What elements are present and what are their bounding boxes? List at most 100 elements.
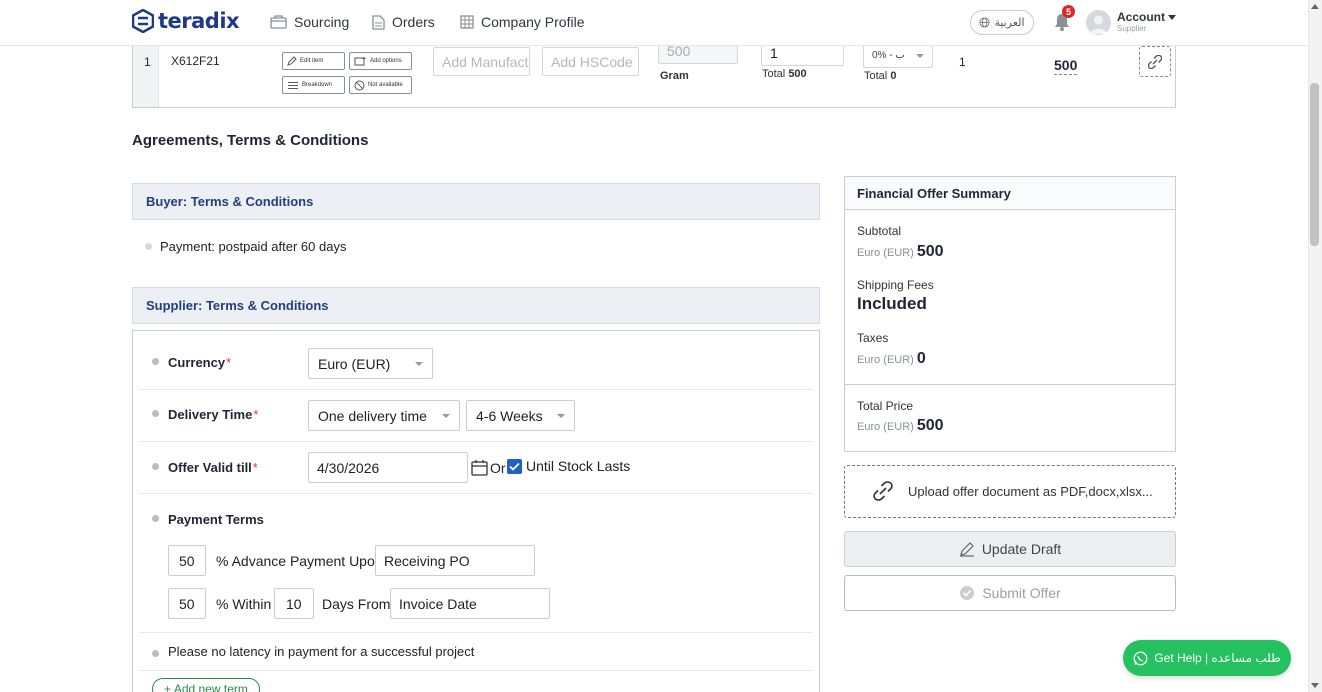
shipping-label: Shipping Fees <box>857 278 934 292</box>
teradix-logo-icon <box>132 9 154 33</box>
taxes-currency: Euro (EUR) <box>857 354 914 366</box>
or-text: Or <box>490 460 506 476</box>
nav-sourcing[interactable]: Sourcing <box>270 14 349 30</box>
submit-offer-label: Submit Offer <box>982 585 1061 601</box>
notification-badge: 5 <box>1062 5 1075 18</box>
manufacturer-input[interactable]: Add Manufacturer <box>433 47 530 76</box>
upload-label: Upload offer document as PDF,docx,xlsx..… <box>908 484 1153 499</box>
taxes-value: 0 <box>916 350 926 367</box>
offer-valid-date-input[interactable]: 4/30/2026 <box>308 452 468 483</box>
chevron-down-icon <box>415 362 423 366</box>
total-currency: Euro (EUR) <box>857 421 914 433</box>
offer-valid-label-text: Offer Valid till <box>168 460 252 475</box>
chevron-down-icon <box>916 54 924 58</box>
line-total[interactable]: 500 <box>1054 57 1078 75</box>
currency-value: Euro (EUR) <box>318 355 391 372</box>
tax-total-value: 0 <box>890 70 897 82</box>
hscode-input[interactable]: Add HSCode <box>542 47 639 76</box>
scroll-down-arrow-icon[interactable] <box>1311 683 1319 688</box>
avatar[interactable] <box>1086 10 1111 35</box>
top-navbar: teradix Sourcing Orders Company Profile … <box>0 0 1308 46</box>
tax-total-label: Total <box>864 70 888 82</box>
total-price-amount: Euro (EUR) 500 <box>857 417 944 435</box>
advance-percent-input[interactable]: 50 <box>168 545 206 576</box>
bullet-icon <box>152 515 159 522</box>
buyer-term-item: Payment: postpaid after 60 days <box>160 239 347 254</box>
row-divider <box>139 389 812 390</box>
sourcing-icon <box>270 15 287 29</box>
total-price-label: Total Price <box>857 399 914 413</box>
summary-divider <box>845 384 1175 385</box>
delivery-period-value: 4-6 Weeks <box>476 407 543 424</box>
within-percent-input[interactable]: 50 <box>168 588 206 619</box>
pencil-icon <box>287 56 297 66</box>
submit-offer-button[interactable]: Submit Offer <box>844 575 1176 611</box>
not-available-button[interactable]: Not available <box>349 76 412 94</box>
chevron-down-icon <box>557 414 565 418</box>
days-from-event-input[interactable]: Invoice Date <box>390 588 550 619</box>
upload-offer-document[interactable]: Upload offer document as PDF,docx,xlsx..… <box>844 465 1176 518</box>
nav-company-profile[interactable]: Company Profile <box>460 14 585 30</box>
delivery-time-label-text: Delivery Time <box>168 407 253 422</box>
nav-orders[interactable]: Orders <box>372 14 435 30</box>
supplier-terms-form <box>132 330 820 692</box>
nav-company-profile-label: Company Profile <box>481 14 585 30</box>
list-icon <box>288 81 298 89</box>
breakdown-button[interactable]: Breakdown <box>282 76 345 94</box>
bullet-icon <box>152 650 159 657</box>
row-divider <box>139 441 812 442</box>
advance-event-input[interactable]: Receiving PO <box>375 545 535 576</box>
days-from-text: Days From <box>322 596 391 612</box>
row-divider <box>139 493 812 494</box>
currency-select[interactable]: Euro (EUR) <box>308 348 433 379</box>
offer-valid-label: Offer Valid till* <box>168 460 258 475</box>
scrollbar-thumb[interactable] <box>1310 83 1319 246</box>
logo-text: teradix <box>158 9 240 33</box>
language-toggle[interactable]: العربية <box>970 10 1034 35</box>
account-menu[interactable]: Account Supplier <box>1117 11 1165 33</box>
check-circle-icon <box>960 586 975 600</box>
buyer-terms-header: Buyer: Terms & Conditions <box>132 183 820 220</box>
add-options-icon <box>354 57 366 66</box>
summary-title: Financial Offer Summary <box>845 177 1175 210</box>
ban-icon <box>354 80 365 90</box>
offer-item-row: 1 X612F21 Edit item Add options Breakdow… <box>132 38 1176 108</box>
terms-section-heading: Agreements, Terms & Conditions <box>132 132 369 149</box>
attach-link-button[interactable] <box>1139 46 1171 77</box>
add-options-button[interactable]: Add options <box>349 52 412 70</box>
logo[interactable]: teradix <box>132 9 240 33</box>
item-code: X612F21 <box>171 54 220 68</box>
subtotal-label: Subtotal <box>857 224 902 238</box>
company-icon <box>460 15 474 29</box>
subtotal-value: 500 <box>916 243 944 260</box>
calendar-icon[interactable] <box>471 459 488 476</box>
bullet-icon <box>152 358 159 365</box>
price-total: Total 500 <box>762 68 807 80</box>
add-new-term-button[interactable]: + Add new term <box>152 678 260 692</box>
get-help-button[interactable]: Get Help | طلب مساعده <box>1123 640 1291 676</box>
shipping-value: Included <box>857 294 927 313</box>
until-stock-label[interactable]: Until Stock Lasts <box>526 458 630 474</box>
delivery-type-select[interactable]: One delivery time <box>308 400 460 431</box>
payment-terms-label: Payment Terms <box>168 512 264 527</box>
edit-item-button[interactable]: Edit item <box>282 52 345 70</box>
taxes-label: Taxes <box>857 331 889 345</box>
breakdown-label: Breakdown <box>302 82 333 88</box>
item-index-cell: 1 <box>133 44 159 107</box>
edit-item-label: Edit item <box>300 58 324 64</box>
delivery-type-value: One delivery time <box>318 407 427 424</box>
price-total-label: Total <box>762 68 786 80</box>
add-options-label: Add options <box>370 58 402 64</box>
account-caret-icon[interactable] <box>1168 15 1176 20</box>
advance-text: % Advance Payment Upon <box>216 553 383 569</box>
bullet-icon <box>152 463 159 470</box>
required-asterisk: * <box>252 460 258 475</box>
within-days-input[interactable]: 10 <box>274 588 314 619</box>
price-total-value: 500 <box>788 68 807 80</box>
scroll-up-arrow-icon[interactable] <box>1311 4 1319 9</box>
tax-select-value: 0% - ب <box>872 49 905 61</box>
delivery-period-select[interactable]: 4-6 Weeks <box>466 400 575 431</box>
account-role: Supplier <box>1117 24 1147 33</box>
update-draft-button[interactable]: Update Draft <box>844 531 1176 567</box>
until-stock-checkbox[interactable] <box>507 459 522 474</box>
